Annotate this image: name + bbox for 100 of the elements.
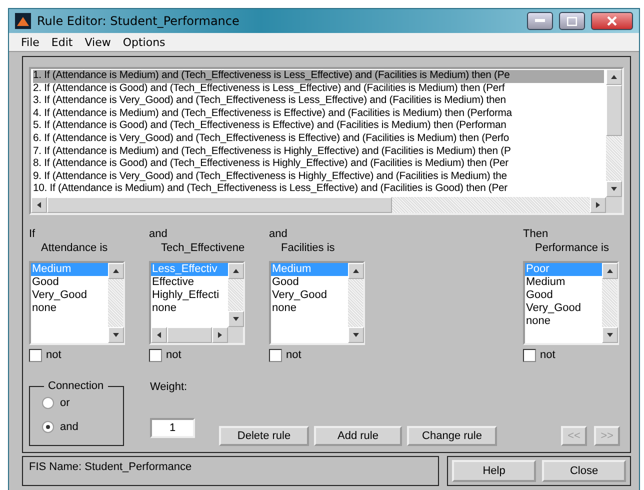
scroll-arrow-button[interactable] xyxy=(606,181,622,197)
minimize-button[interactable] xyxy=(527,12,553,30)
checkbox-label: not xyxy=(46,348,62,362)
app-logo-icon xyxy=(15,13,31,29)
menu-item[interactable]: Options xyxy=(116,36,172,48)
rule-item[interactable]: 3. If (Attendance is Very_Good) and (Tech_Effectiveness is Less_Effective) and (Facilities is Medium) then xyxy=(33,95,604,108)
left-arrow-icon xyxy=(35,201,43,209)
vertical-scrollbar[interactable] xyxy=(606,69,622,197)
vertical-scrollbar[interactable] xyxy=(228,263,243,327)
footer-button[interactable]: Help xyxy=(452,460,536,482)
scroll-arrow-button[interactable] xyxy=(212,327,228,343)
checkbox-label: not xyxy=(540,348,556,362)
up-arrow-icon xyxy=(112,267,120,275)
vertical-scrollbar[interactable] xyxy=(602,263,617,343)
list-option[interactable]: none xyxy=(525,315,602,328)
scroll-arrow-button[interactable] xyxy=(31,197,47,213)
right-arrow-icon xyxy=(594,201,602,209)
variable-label: Tech_Effectivene xyxy=(160,241,246,255)
scroll-arrow-button[interactable] xyxy=(602,263,618,279)
scroll-arrow-button[interactable] xyxy=(151,327,167,343)
scroll-arrow-button[interactable] xyxy=(228,311,244,327)
list-option[interactable]: Very_Good xyxy=(31,289,108,302)
scrollbar-corner xyxy=(606,197,622,213)
vertical-scrollbar[interactable] xyxy=(108,263,123,343)
group-title: Connection xyxy=(47,380,105,392)
list-option[interactable]: Very_Good xyxy=(271,289,348,302)
weight-field[interactable]: 1 xyxy=(150,418,195,438)
rule-item[interactable]: 7. If (Attendance is Medium) and (Tech_Effectiveness is Highly_Effective) and (Facilities is Medium) then (P xyxy=(33,146,604,158)
rule-item[interactable]: 4. If (Attendance is Medium) and (Tech_Effectiveness is Effective) and (Facilities is Medium) then (Performa xyxy=(33,108,604,120)
radio-button[interactable] xyxy=(42,421,54,433)
list-option[interactable]: none xyxy=(271,302,348,315)
up-arrow-icon xyxy=(610,73,618,81)
radio-button[interactable] xyxy=(42,397,54,409)
up-arrow-icon xyxy=(606,267,614,275)
menu-item[interactable]: Edit xyxy=(45,36,79,48)
horizontal-scrollbar[interactable] xyxy=(151,327,228,343)
radio-label: or xyxy=(60,396,70,410)
variable-label: Attendance is xyxy=(40,241,109,255)
minimize-icon xyxy=(535,19,545,23)
list-option[interactable]: Medium xyxy=(525,276,602,289)
down-arrow-icon xyxy=(112,331,120,339)
list-option[interactable]: Very_Good xyxy=(525,302,602,315)
up-arrow-icon xyxy=(352,267,360,275)
scrollbar-corner xyxy=(228,327,243,343)
scroll-arrow-button[interactable] xyxy=(348,327,364,343)
list-option[interactable]: Good xyxy=(271,276,348,289)
action-button[interactable]: Change rule xyxy=(407,426,497,446)
rule-item[interactable]: 6. If (Attendance is Very_Good) and (Tech_Effectiveness is Effective) and (Facilities is Medium) then (Perfo xyxy=(33,132,604,146)
rule-item[interactable]: 9. If (Attendance is Very_Good) and (Tech_Effectiveness is Highly_Effective) and (Facilities is Medium) the xyxy=(33,170,604,184)
connector-label: and xyxy=(269,227,288,241)
checkbox[interactable] xyxy=(269,348,282,362)
connector-label: and xyxy=(149,227,168,241)
checkbox-label: not xyxy=(166,348,182,362)
checkbox[interactable] xyxy=(149,348,162,362)
checkbox[interactable] xyxy=(523,348,536,362)
rule-item[interactable]: 8. If (Attendance is Good) and (Tech_Effectiveness is Highly_Effective) and (Facilities is Medium) then (Per xyxy=(33,158,604,171)
list-option[interactable]: none xyxy=(31,302,108,315)
scroll-arrow-button[interactable] xyxy=(108,263,124,279)
vertical-scrollbar[interactable] xyxy=(348,263,363,343)
scroll-arrow-button[interactable] xyxy=(602,327,618,343)
down-arrow-icon xyxy=(232,315,240,323)
checkbox[interactable] xyxy=(29,348,42,362)
up-arrow-icon xyxy=(232,267,240,275)
list-option[interactable]: Highly_Effecti xyxy=(151,289,228,302)
action-button[interactable]: Add rule xyxy=(314,426,402,446)
list-option[interactable]: none xyxy=(151,302,228,315)
rule-item[interactable]: 1. If (Attendance is Medium) and (Tech_Effectiveness is Less_Effective) and (Facilities is Medium) then (Pe xyxy=(33,70,604,83)
scroll-arrow-button[interactable] xyxy=(606,69,622,85)
down-arrow-icon xyxy=(606,331,614,339)
rule-item[interactable]: 10. If (Attendance is Medium) and (Tech_Effectiveness is Less_Effective) and (Facilities is Good) then (Per xyxy=(33,183,604,196)
right-arrow-icon xyxy=(216,331,224,339)
maximize-icon xyxy=(567,16,577,26)
action-button[interactable]: Delete rule xyxy=(219,426,309,446)
connector-label: If xyxy=(29,227,36,241)
window-title: Rule Editor: Student_Performance xyxy=(37,14,240,28)
radio-label: and xyxy=(60,420,78,434)
list-option[interactable]: Good xyxy=(31,276,108,289)
rule-item[interactable]: 5. If (Attendance is Good) and (Tech_Effectiveness is Effective) and (Facilities is Medium) then (Performan xyxy=(33,120,604,133)
down-arrow-icon xyxy=(610,185,618,193)
footer-button[interactable]: Close xyxy=(542,460,626,482)
status-bar: FIS Name: Student_Performance xyxy=(22,456,439,486)
rule-item[interactable]: 2. If (Attendance is Good) and (Tech_Effectiveness is Less_Effective) and (Facilities is Medium) then (Perf xyxy=(33,82,604,96)
scroll-arrow-button[interactable] xyxy=(590,197,606,213)
down-arrow-icon xyxy=(352,331,360,339)
list-option[interactable]: Good xyxy=(525,289,602,302)
list-option[interactable]: Effective xyxy=(151,276,228,289)
scroll-arrow-button[interactable] xyxy=(108,327,124,343)
checkbox-label: not xyxy=(286,348,302,362)
scroll-arrow-button[interactable] xyxy=(228,263,244,279)
weight-label: Weight: xyxy=(150,380,188,394)
scroll-arrow-button[interactable] xyxy=(348,263,364,279)
menu-item[interactable]: File xyxy=(15,36,46,48)
close-button[interactable] xyxy=(591,12,633,30)
radio-dot-icon xyxy=(46,425,50,429)
horizontal-scrollbar[interactable] xyxy=(31,197,606,213)
connector-label: Then xyxy=(523,227,550,241)
variable-label: Facilities is xyxy=(280,241,336,255)
menu-item[interactable]: View xyxy=(78,36,117,48)
left-arrow-icon xyxy=(155,331,163,339)
maximize-button[interactable] xyxy=(559,12,585,30)
